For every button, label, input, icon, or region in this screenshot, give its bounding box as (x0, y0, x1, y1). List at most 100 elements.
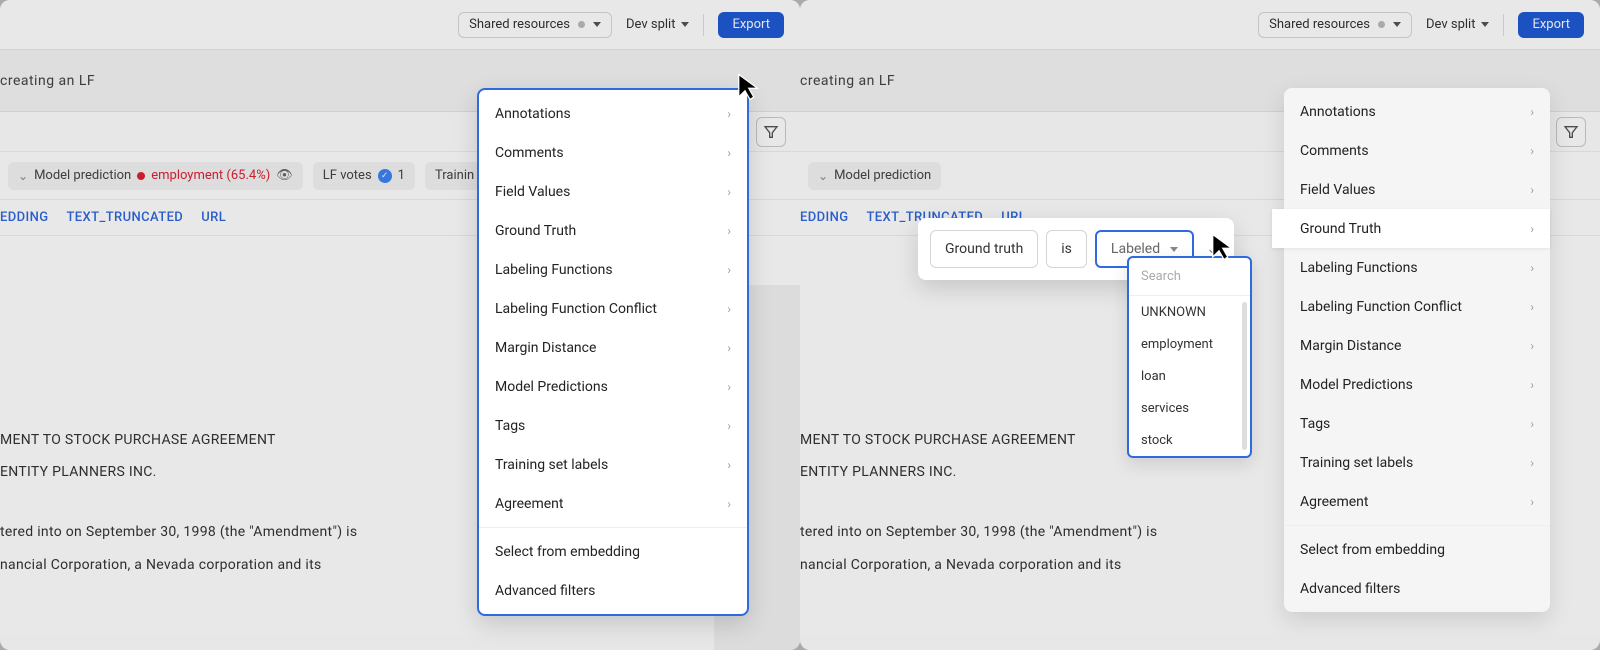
filter-operator-token[interactable]: is (1046, 230, 1087, 268)
filter-field-token[interactable]: Ground truth (930, 230, 1038, 268)
training-label: Trainin (435, 168, 474, 183)
filter-option-agreement[interactable]: Agreement› (1284, 482, 1550, 521)
shared-resources-select[interactable]: Shared resources (458, 12, 612, 38)
chevron-right-icon: › (1530, 378, 1534, 392)
chevron-right-icon: › (727, 146, 731, 160)
dev-split-label: Dev split (1426, 17, 1475, 32)
chevron-right-icon: › (727, 497, 731, 511)
filter-option-model-predictions[interactable]: Model Predictions› (1284, 365, 1550, 404)
filter-option-advanced[interactable]: Advanced filters (1284, 569, 1550, 608)
topbar: Shared resources Dev split Export (0, 0, 800, 50)
field-link[interactable]: EDDING (0, 210, 48, 225)
chevron-right-icon: › (1530, 495, 1534, 509)
chevron-right-icon: › (727, 263, 731, 277)
filter-value-label: Labeled (1111, 241, 1160, 257)
filter-option-lf-conflict[interactable]: Labeling Function Conflict› (479, 289, 747, 328)
lf-votes-chip[interactable]: LF votes ✓ 1 (313, 162, 415, 190)
chevron-down-icon: ⌄ (818, 169, 828, 183)
chevron-right-icon: › (1530, 261, 1534, 275)
filter-option-ground-truth[interactable]: Ground Truth› (479, 211, 747, 250)
separator (479, 527, 747, 528)
filter-icon (1563, 124, 1579, 140)
cursor-icon (735, 72, 765, 102)
filter-option-agreement[interactable]: Agreement› (479, 484, 747, 523)
scrollbar[interactable] (1242, 302, 1247, 450)
export-button[interactable]: Export (1518, 12, 1584, 38)
training-chip[interactable]: Trainin (425, 162, 484, 190)
topbar: Shared resources Dev split Export (800, 0, 1600, 50)
filter-option-margin-distance[interactable]: Margin Distance› (1284, 326, 1550, 365)
filter-option-tags[interactable]: Tags› (1284, 404, 1550, 443)
chevron-right-icon: › (1530, 144, 1534, 158)
filter-option-comments[interactable]: Comments› (1284, 131, 1550, 170)
filter-value-dropdown: Search UNKNOWN employment loan services … (1127, 256, 1252, 458)
caret-down-icon (1170, 247, 1178, 252)
status-dot-icon (1378, 21, 1385, 28)
chevron-down-icon (593, 22, 601, 27)
filter-option-lf-conflict[interactable]: Labeling Function Conflict› (1284, 287, 1550, 326)
eye-icon[interactable]: 👁 (276, 168, 293, 183)
chevron-right-icon: › (727, 380, 731, 394)
filter-option-model-predictions[interactable]: Model Predictions› (479, 367, 747, 406)
shared-resources-select[interactable]: Shared resources (1258, 12, 1412, 38)
field-link[interactable]: EDDING (800, 210, 848, 225)
context-text: creating an LF (800, 73, 895, 89)
filter-popover: Annotations› Comments› Field Values› Gro… (477, 88, 749, 616)
dropdown-option[interactable]: UNKNOWN (1129, 296, 1250, 328)
chevron-right-icon: › (1530, 456, 1534, 470)
filter-option-comments[interactable]: Comments› (479, 133, 747, 172)
chevron-right-icon: › (1530, 417, 1534, 431)
filter-option-select-embedding[interactable]: Select from embedding (1284, 530, 1550, 569)
right-pane: Shared resources Dev split Export creati… (800, 0, 1600, 650)
chevron-down-icon: ⌄ (18, 169, 28, 183)
check-badge-icon: ✓ (378, 169, 392, 183)
chevron-down-icon (1393, 22, 1401, 27)
chevron-right-icon: › (727, 341, 731, 355)
dev-split-label: Dev split (626, 17, 675, 32)
filter-popover: Annotations› Comments› Field Values› Gro… (1284, 88, 1550, 612)
chevron-right-icon: › (1530, 183, 1534, 197)
model-prediction-chip[interactable]: ⌄ Model prediction employment (65.4%) 👁 (8, 162, 303, 190)
context-text: creating an LF (0, 73, 95, 89)
filter-button[interactable] (1556, 117, 1586, 147)
filter-option-field-values[interactable]: Field Values› (1284, 170, 1550, 209)
caret-down-icon (681, 22, 689, 27)
dev-split-select[interactable]: Dev split (1426, 17, 1489, 32)
dropdown-option[interactable]: loan (1129, 360, 1250, 392)
filter-option-field-values[interactable]: Field Values› (479, 172, 747, 211)
field-link[interactable]: URL (201, 210, 226, 225)
filter-option-annotations[interactable]: Annotations› (1284, 92, 1550, 131)
dropdown-option[interactable]: stock (1129, 424, 1250, 456)
chevron-right-icon: › (1530, 300, 1534, 314)
filter-option-select-embedding[interactable]: Select from embedding (479, 532, 747, 571)
chevron-right-icon: › (1530, 222, 1534, 236)
field-link[interactable]: TEXT_TRUNCATED (66, 210, 183, 225)
caret-down-icon (1481, 22, 1489, 27)
export-button[interactable]: Export (718, 12, 784, 38)
dropdown-option[interactable]: employment (1129, 328, 1250, 360)
filter-icon (763, 124, 779, 140)
chevron-right-icon: › (727, 185, 731, 199)
filter-option-advanced[interactable]: Advanced filters (479, 571, 747, 610)
lf-votes-label: LF votes (323, 168, 372, 183)
model-prediction-label: Model prediction (34, 168, 131, 183)
chevron-right-icon: › (727, 458, 731, 472)
dev-split-select[interactable]: Dev split (626, 17, 689, 32)
filter-option-ground-truth[interactable]: Ground Truth› (1272, 209, 1550, 248)
filter-option-labeling-functions[interactable]: Labeling Functions› (479, 250, 747, 289)
filter-option-training-set-labels[interactable]: Training set labels› (1284, 443, 1550, 482)
filter-button[interactable] (756, 117, 786, 147)
filter-option-labeling-functions[interactable]: Labeling Functions› (1284, 248, 1550, 287)
chevron-right-icon: › (727, 224, 731, 238)
dropdown-search-input[interactable]: Search (1129, 258, 1250, 296)
chevron-right-icon: › (727, 107, 731, 121)
dropdown-option[interactable]: services (1129, 392, 1250, 424)
filter-option-annotations[interactable]: Annotations› (479, 94, 747, 133)
model-prediction-chip[interactable]: ⌄ Model prediction (808, 162, 941, 190)
filter-option-tags[interactable]: Tags› (479, 406, 747, 445)
lf-votes-count: 1 (398, 168, 405, 183)
filter-option-margin-distance[interactable]: Margin Distance› (479, 328, 747, 367)
shared-resources-label: Shared resources (1269, 17, 1370, 32)
filter-option-training-set-labels[interactable]: Training set labels› (479, 445, 747, 484)
model-prediction-label: Model prediction (834, 168, 931, 183)
